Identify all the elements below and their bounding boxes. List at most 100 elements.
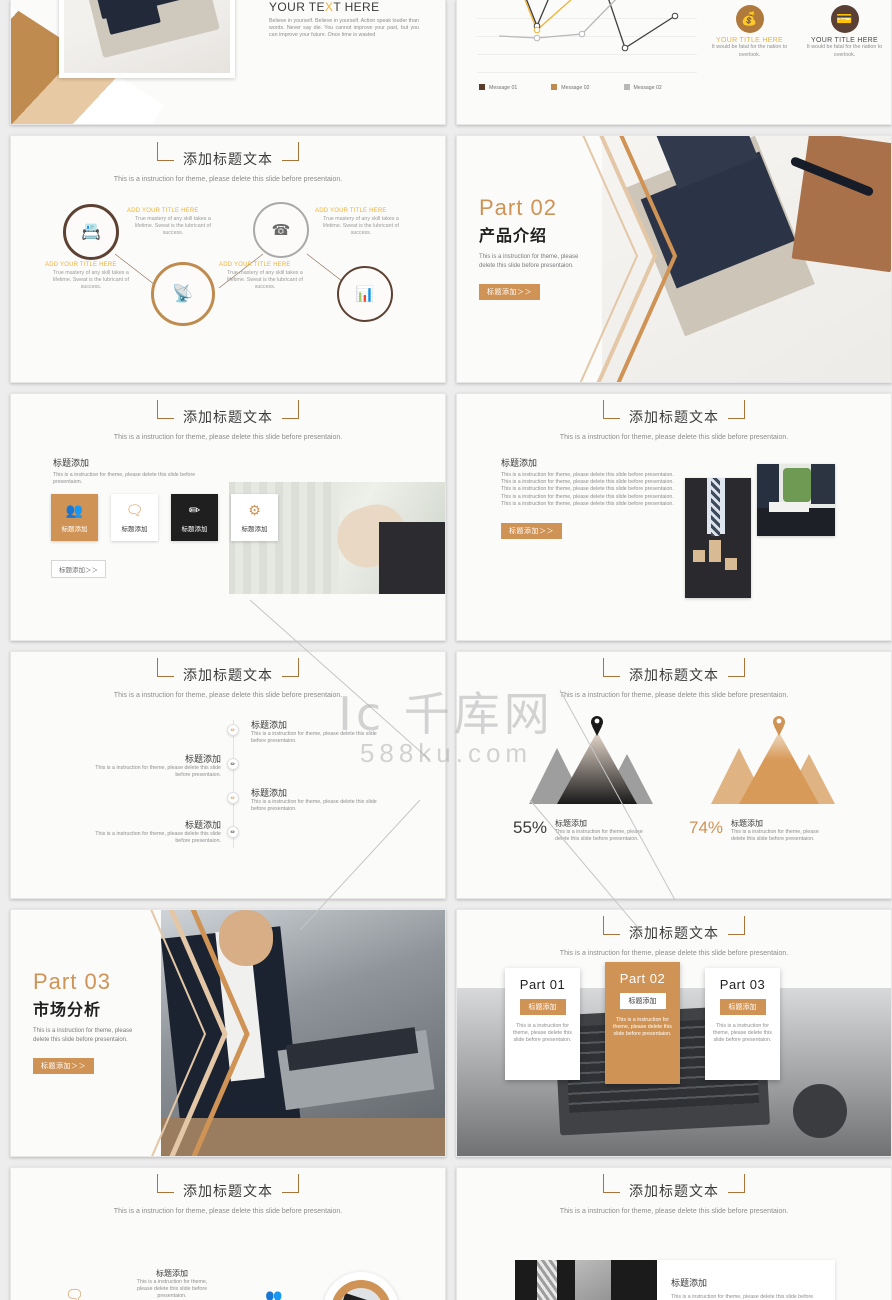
stat-body: This is a instruction for theme, please … — [731, 829, 819, 843]
slide-title: 添加标题文本 — [11, 1174, 445, 1201]
part-card-body: This is a instruction for theme, please … — [713, 1023, 772, 1044]
slide-title: 添加标题文本 — [11, 658, 445, 685]
tile-1[interactable]: 👥 标题添加 — [51, 494, 98, 541]
part-card-button[interactable]: 标题添加 — [619, 993, 666, 1009]
part-card-body: This is a instruction for theme, please … — [513, 1023, 572, 1044]
tile-3[interactable]: ✏ 标题添加 — [171, 494, 218, 541]
more-button[interactable]: 标题添加＞＞ — [501, 523, 562, 540]
legend-label: Message 02 — [561, 85, 590, 91]
part-card-3[interactable]: Part 03 标题添加 This is a instruction for t… — [705, 968, 780, 1080]
map-pin-icon — [773, 716, 785, 736]
part-card-title: Part 01 — [519, 977, 566, 992]
more-button[interactable]: 标题添加＞＞ — [51, 560, 106, 578]
stat-body: This is a instruction for theme, please … — [555, 829, 643, 843]
slide-title-text: 添加标题文本 — [629, 409, 719, 425]
slide-thumbnail-6[interactable]: 添加标题文本 This is a instruction for theme, … — [456, 393, 892, 641]
part-title-cn: 产品介绍 — [479, 228, 548, 245]
text-card-title: 标题添加 — [671, 1278, 708, 1288]
legend-swatch — [551, 84, 558, 90]
slide-title: 添加标题文本 — [457, 916, 891, 943]
slide-deck-preview: YOUR TEXT HERE Believe in yourself. Beli… — [0, 0, 892, 1300]
timeline-item-2: 标题添加 This is a instruction for theme, pl… — [83, 752, 221, 779]
slide-thumbnail-2[interactable]: Message 01 Message 02 Message 02 YOUR TI… — [456, 0, 892, 125]
slide-title: 添加标题文本 — [11, 400, 445, 427]
node-label-4: ADD YOUR TITLE HERE True mastery of any … — [315, 208, 407, 238]
pencil-icon[interactable]: ✏ — [227, 758, 239, 770]
slide-thumbnail-3[interactable]: 添加标题文本 This is a instruction for theme, … — [10, 135, 446, 383]
legend-label: Message 01 — [489, 85, 518, 91]
node-circle-4[interactable]: 📊 — [337, 266, 393, 322]
node-label-body: True mastery of any skill takes a lifeti… — [323, 216, 399, 237]
icon-card[interactable]: 💰 YOUR TITLE HERE It would be fatal for … — [707, 5, 792, 58]
money-icon: 💰 — [735, 5, 764, 34]
part-card-1[interactable]: Part 01 标题添加 This is a instruction for t… — [505, 968, 580, 1080]
lead-block: 标题添加 This is a instruction for theme, pl… — [53, 456, 223, 486]
legend-label: Message 02 — [633, 85, 662, 91]
map-pin-icon — [591, 716, 603, 736]
node-circle-1[interactable]: 📇 — [63, 204, 119, 260]
icon-card-title: YOUR TITLE HERE — [716, 37, 783, 45]
slide-thumbnail-10[interactable]: 添加标题文本 This is a instruction for theme, … — [456, 909, 892, 1157]
chart-series-svg — [498, 0, 679, 52]
slide-grid: YOUR TEXT HERE Believe in yourself. Beli… — [0, 0, 892, 1300]
pencil-icon[interactable]: ✏ — [227, 792, 239, 804]
more-button[interactable]: 标题添加＞＞ — [479, 284, 540, 300]
slide-thumbnail-11[interactable]: 添加标题文本 This is a instruction for theme, … — [10, 1167, 446, 1300]
satellite-icon: 📡 — [172, 284, 194, 303]
legend-item: Message 02 — [551, 84, 590, 91]
timeline-item-body: This is a instruction for theme, please … — [251, 731, 377, 745]
part-card-button[interactable]: 标题添加 — [519, 999, 566, 1015]
part-card-button[interactable]: 标题添加 — [719, 999, 766, 1015]
meeting-photo — [757, 464, 835, 536]
slide-thumbnail-5[interactable]: 添加标题文本 This is a instruction for theme, … — [10, 393, 446, 641]
slide1-heading-pre: YOUR TE — [269, 0, 325, 14]
slide-thumbnail-7[interactable]: 添加标题文本 This is a instruction for theme, … — [10, 651, 446, 899]
node-label-3: ADD YOUR TITLE HERE True mastery of any … — [219, 262, 311, 292]
stat-title: 标题添加 — [731, 819, 764, 828]
node-label-title: ADD YOUR TITLE HERE — [219, 262, 291, 268]
line-chart — [477, 0, 697, 90]
slide-title-text: 添加标题文本 — [629, 667, 719, 683]
pencil-icon: ✏ — [188, 502, 201, 518]
pencil-icon[interactable]: ✏ — [227, 724, 239, 736]
node-label-body: True mastery of any skill takes a lifeti… — [227, 270, 303, 291]
text-card-body: This is a instruction for theme, please … — [671, 1294, 814, 1300]
handshake-photo — [515, 1260, 657, 1300]
slide-thumbnail-8[interactable]: 添加标题文本 This is a instruction for theme, … — [456, 651, 892, 899]
part-card-title: Part 02 — [619, 971, 666, 986]
tile-4[interactable]: ⚙ 标题添加 — [231, 494, 278, 541]
slide-title-text: 添加标题文本 — [629, 925, 719, 941]
stat-block-2: 74% 标题添加 This is a instruction for theme… — [689, 818, 823, 843]
timeline-item-title: 标题添加 — [184, 820, 221, 830]
part-card-body: This is a instruction for theme, please … — [613, 1017, 672, 1038]
slide-thumbnail-9[interactable]: Part 03 市场分析 This is a instruction for t… — [10, 909, 446, 1157]
gear-icon: ⚙ — [248, 502, 261, 518]
card-icon: 💳 — [830, 5, 859, 34]
timeline-item-title: 标题添加 — [251, 788, 288, 798]
paragraph: This is a instruction for theme, please … — [501, 472, 674, 486]
timeline-item-3: 标题添加 This is a instruction for theme, pl… — [251, 786, 389, 813]
icon-card-body: It would be fatal for the nation to over… — [711, 44, 788, 58]
part-body: This is a instruction for theme, please … — [479, 254, 579, 269]
slide-thumbnail-1[interactable]: YOUR TEXT HERE Believe in yourself. Beli… — [10, 0, 446, 125]
chart-legend: Message 01 Message 02 Message 02 — [479, 84, 662, 91]
slide1-body: Believe in yourself. Believe in yourself… — [269, 18, 419, 39]
circular-photo-frame — [323, 1272, 399, 1300]
part-card-2[interactable]: Part 02 标题添加 This is a instruction for t… — [605, 962, 680, 1084]
timeline-item-body: This is a instruction for theme, please … — [251, 799, 377, 813]
legend-swatch — [623, 84, 630, 90]
icon-card[interactable]: 💳 YOUR TITLE HERE It would be fatal for … — [802, 5, 887, 58]
node-circle-3[interactable]: ☎ — [253, 202, 309, 258]
slide-thumbnail-12[interactable]: 添加标题文本 This is a instruction for theme, … — [456, 1167, 892, 1300]
pencil-icon[interactable]: ✏ — [227, 826, 239, 838]
more-button[interactable]: 标题添加＞＞ — [33, 1058, 94, 1074]
node-circle-2[interactable]: 📡 — [151, 262, 215, 326]
icon-card-group: YOUR TITLE HERE It would be fatal for th… — [707, 0, 887, 59]
node-label-body: True mastery of any skill takes a lifeti… — [53, 270, 129, 291]
legend-swatch — [479, 84, 485, 90]
slide-thumbnail-4[interactable]: Part 02 产品介绍 This is a instruction for t… — [456, 135, 892, 383]
connector-lines — [114, 253, 352, 289]
timeline-item-title: 标题添加 — [251, 720, 288, 730]
slide-title: 添加标题文本 — [457, 400, 891, 427]
tile-2[interactable]: 🗨 标题添加 — [111, 494, 158, 541]
